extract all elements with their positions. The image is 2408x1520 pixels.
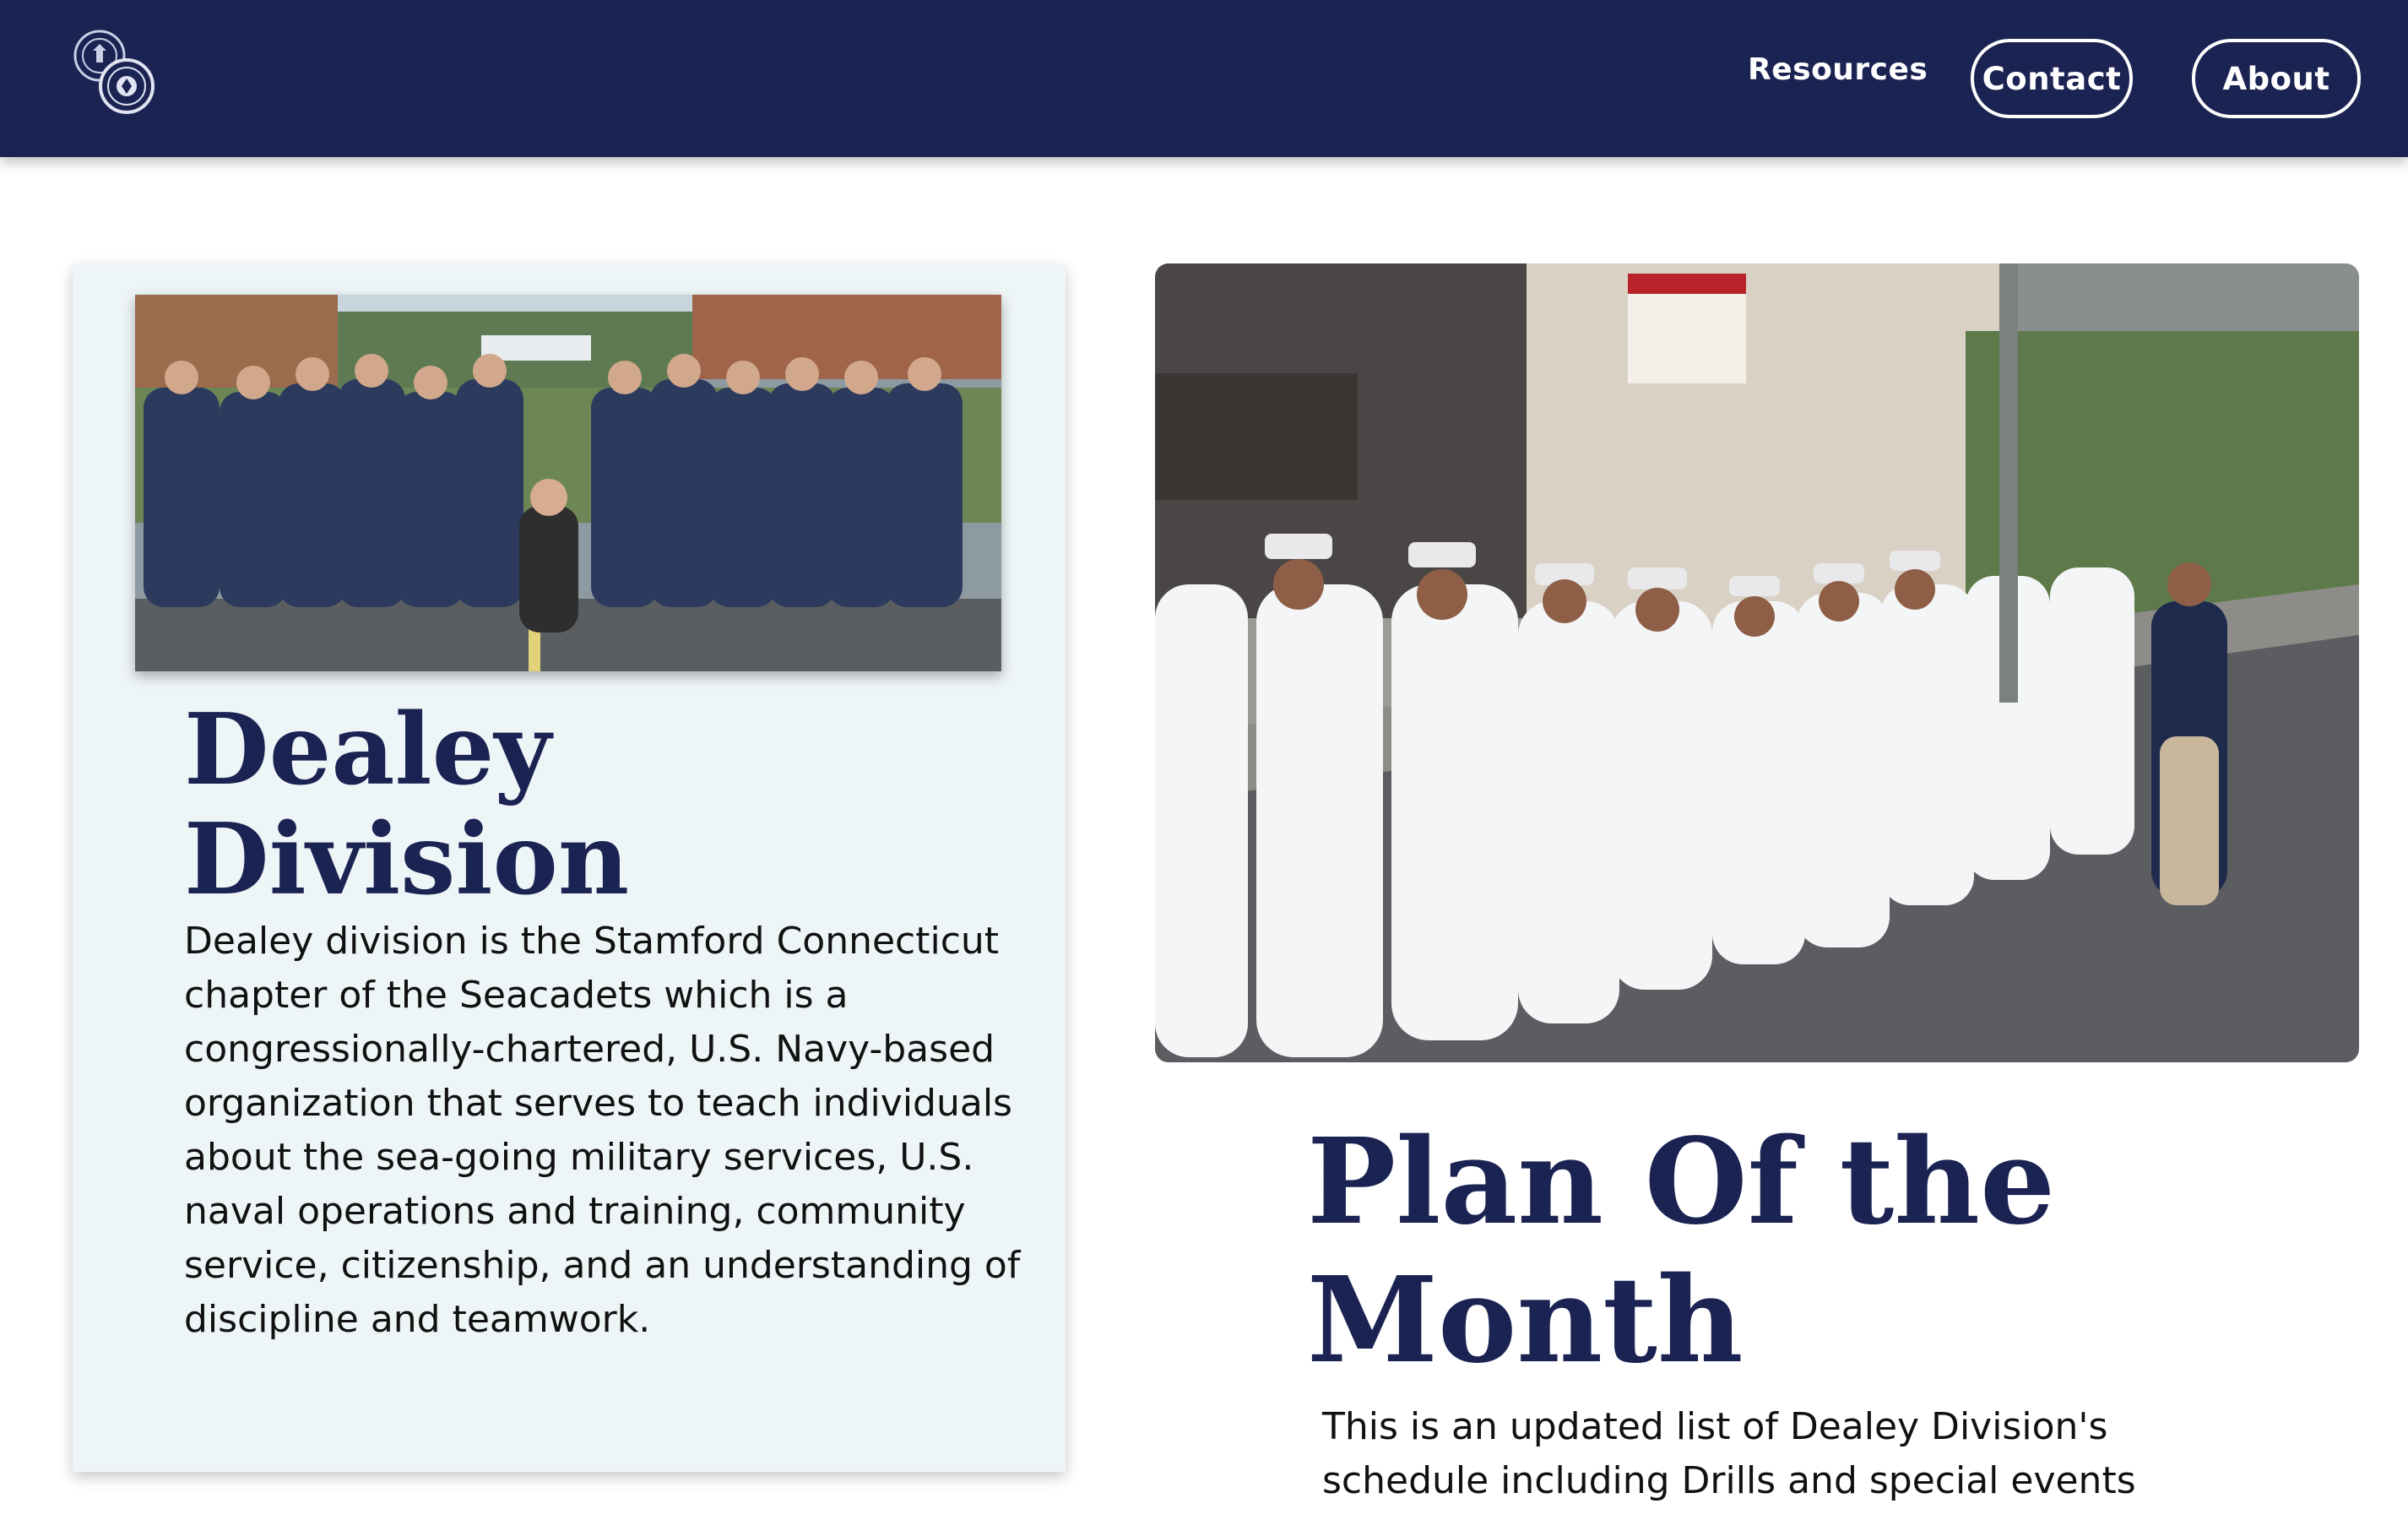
nav-contact-button[interactable]: Contact (1971, 39, 2133, 118)
division-intro-card: Dealey Division Dealey division is the S… (73, 264, 1066, 1472)
nav-about-button[interactable]: About (2192, 39, 2361, 118)
plan-of-month-title: Plan Of the Month (1307, 1113, 2056, 1390)
plan-of-month-description: This is an updated list of Dealey Divisi… (1322, 1405, 2136, 1502)
top-navigation-bar: Resources Contact About (0, 0, 2408, 157)
nav-resources-link[interactable]: Resources (1748, 52, 1928, 87)
division-description: Dealey division is the Stamford Connecti… (184, 920, 1021, 1341)
division-title: Dealey Division (184, 692, 630, 917)
group-photo-cadets (135, 295, 1001, 671)
seacadets-seal-icon[interactable] (71, 27, 164, 120)
parade-photo-cadets (1155, 263, 2359, 1062)
